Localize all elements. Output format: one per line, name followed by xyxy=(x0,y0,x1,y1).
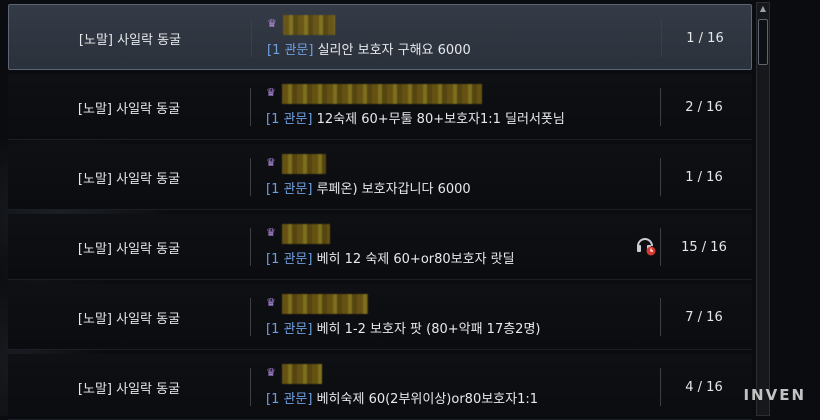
party-title-text: 베히 1-2 보호자 팟 (80+악패 17층2명) xyxy=(312,322,541,337)
censored-leader-name xyxy=(282,224,330,244)
party-title: [1 관문] 베히 12 숙제 60+or80보호자 랏딜 xyxy=(266,248,515,267)
censored-leader-name xyxy=(282,84,482,104)
zone-name: [노말] 사일락 동굴 xyxy=(77,101,181,117)
gate-tag: [1 관문] xyxy=(266,392,313,407)
party-title-text: 베히숙제 60(2부위이상)or80보호자1:1 xyxy=(312,392,539,407)
member-count: 2 / 16 xyxy=(685,99,723,115)
censored-leader-name xyxy=(282,154,326,174)
party-title-text: 실리안 보호자 구해요 6000 xyxy=(313,43,471,58)
column-divider xyxy=(251,19,252,57)
crown-icon: ♛ xyxy=(266,366,276,379)
crown-icon: ♛ xyxy=(267,17,277,30)
column-divider xyxy=(660,298,661,336)
column-divider xyxy=(250,298,251,336)
column-divider xyxy=(250,88,251,126)
party-row[interactable]: [노말] 사일락 동굴 ♛ [1 관문] 베히 1-2 보호자 팟 (80+악패 1… xyxy=(8,284,752,350)
censored-leader-name xyxy=(282,294,368,314)
member-count: 15 / 16 xyxy=(681,239,727,255)
inven-watermark: INVEN xyxy=(743,386,806,404)
column-divider xyxy=(660,88,661,126)
member-count: 7 / 16 xyxy=(685,309,723,325)
scroll-thumb[interactable] xyxy=(758,19,768,65)
party-title: [1 관문] 루페온) 보호자갑니다 6000 xyxy=(266,178,471,197)
party-list: [노말] 사일락 동굴 ♛ [1 관문] 실리안 보호자 구해요 6000 1 / 1… xyxy=(8,4,752,420)
gate-tag: [1 관문] xyxy=(266,112,313,127)
party-row[interactable]: [노말] 사일락 동굴 ♛ [1 관문] 베히숙제 60(2부위이상)or80보호자… xyxy=(8,354,752,420)
column-divider xyxy=(250,368,251,406)
headset-status-icon xyxy=(637,238,656,256)
zone-name: [노말] 사일락 동굴 xyxy=(77,311,181,327)
censored-leader-name xyxy=(282,364,322,384)
crown-icon: ♛ xyxy=(266,226,276,239)
member-count: 1 / 16 xyxy=(686,30,724,46)
scroll-up-arrow-icon[interactable]: ▲ xyxy=(758,4,768,14)
party-title: [1 관문] 베히 1-2 보호자 팟 (80+악패 17층2명) xyxy=(266,318,541,337)
crown-icon: ♛ xyxy=(266,86,276,99)
party-row[interactable]: [노말] 사일락 동굴 ♛ [1 관문] 12숙제 60+무툴 80+보호자1:1 … xyxy=(8,74,752,140)
zone-name: [노말] 사일락 동굴 xyxy=(77,171,181,187)
column-divider xyxy=(250,158,251,196)
zone-name: [노말] 사일락 동굴 xyxy=(78,32,182,48)
party-title: [1 관문] 베히숙제 60(2부위이상)or80보호자1:1 xyxy=(266,388,538,407)
crown-icon: ♛ xyxy=(266,156,276,169)
gate-tag: [1 관문] xyxy=(266,252,313,267)
party-row[interactable]: [노말] 사일락 동굴 ♛ [1 관문] 베히 12 숙제 60+or80보호자 랏… xyxy=(8,214,752,280)
column-divider xyxy=(660,158,661,196)
member-count: 1 / 16 xyxy=(685,169,723,185)
gate-tag: [1 관문] xyxy=(266,322,313,337)
column-divider xyxy=(660,228,661,266)
zone-name: [노말] 사일락 동굴 xyxy=(77,241,181,257)
scrollbar[interactable]: ▲ xyxy=(756,2,770,416)
censored-leader-name xyxy=(283,15,335,35)
zone-name: [노말] 사일락 동굴 xyxy=(77,381,181,397)
party-title-text: 루페온) 보호자갑니다 6000 xyxy=(312,182,471,197)
crown-icon: ♛ xyxy=(266,296,276,309)
party-row[interactable]: [노말] 사일락 동굴 ♛ [1 관문] 루페온) 보호자갑니다 6000 1 / 1… xyxy=(8,144,752,210)
party-title-text: 베히 12 숙제 60+or80보호자 랏딜 xyxy=(312,252,515,267)
column-divider xyxy=(250,228,251,266)
party-title-text: 12숙제 60+무툴 80+보호자1:1 딜러서폿님 xyxy=(312,112,565,127)
party-title: [1 관문] 12숙제 60+무툴 80+보호자1:1 딜러서폿님 xyxy=(266,108,565,127)
column-divider xyxy=(660,368,661,406)
member-count: 4 / 16 xyxy=(685,379,723,395)
gate-tag: [1 관문] xyxy=(267,43,314,58)
party-title: [1 관문] 실리안 보호자 구해요 6000 xyxy=(267,39,471,58)
party-row[interactable]: [노말] 사일락 동굴 ♛ [1 관문] 실리안 보호자 구해요 6000 1 / 1… xyxy=(8,4,752,70)
gate-tag: [1 관문] xyxy=(266,182,313,197)
column-divider xyxy=(661,19,662,57)
